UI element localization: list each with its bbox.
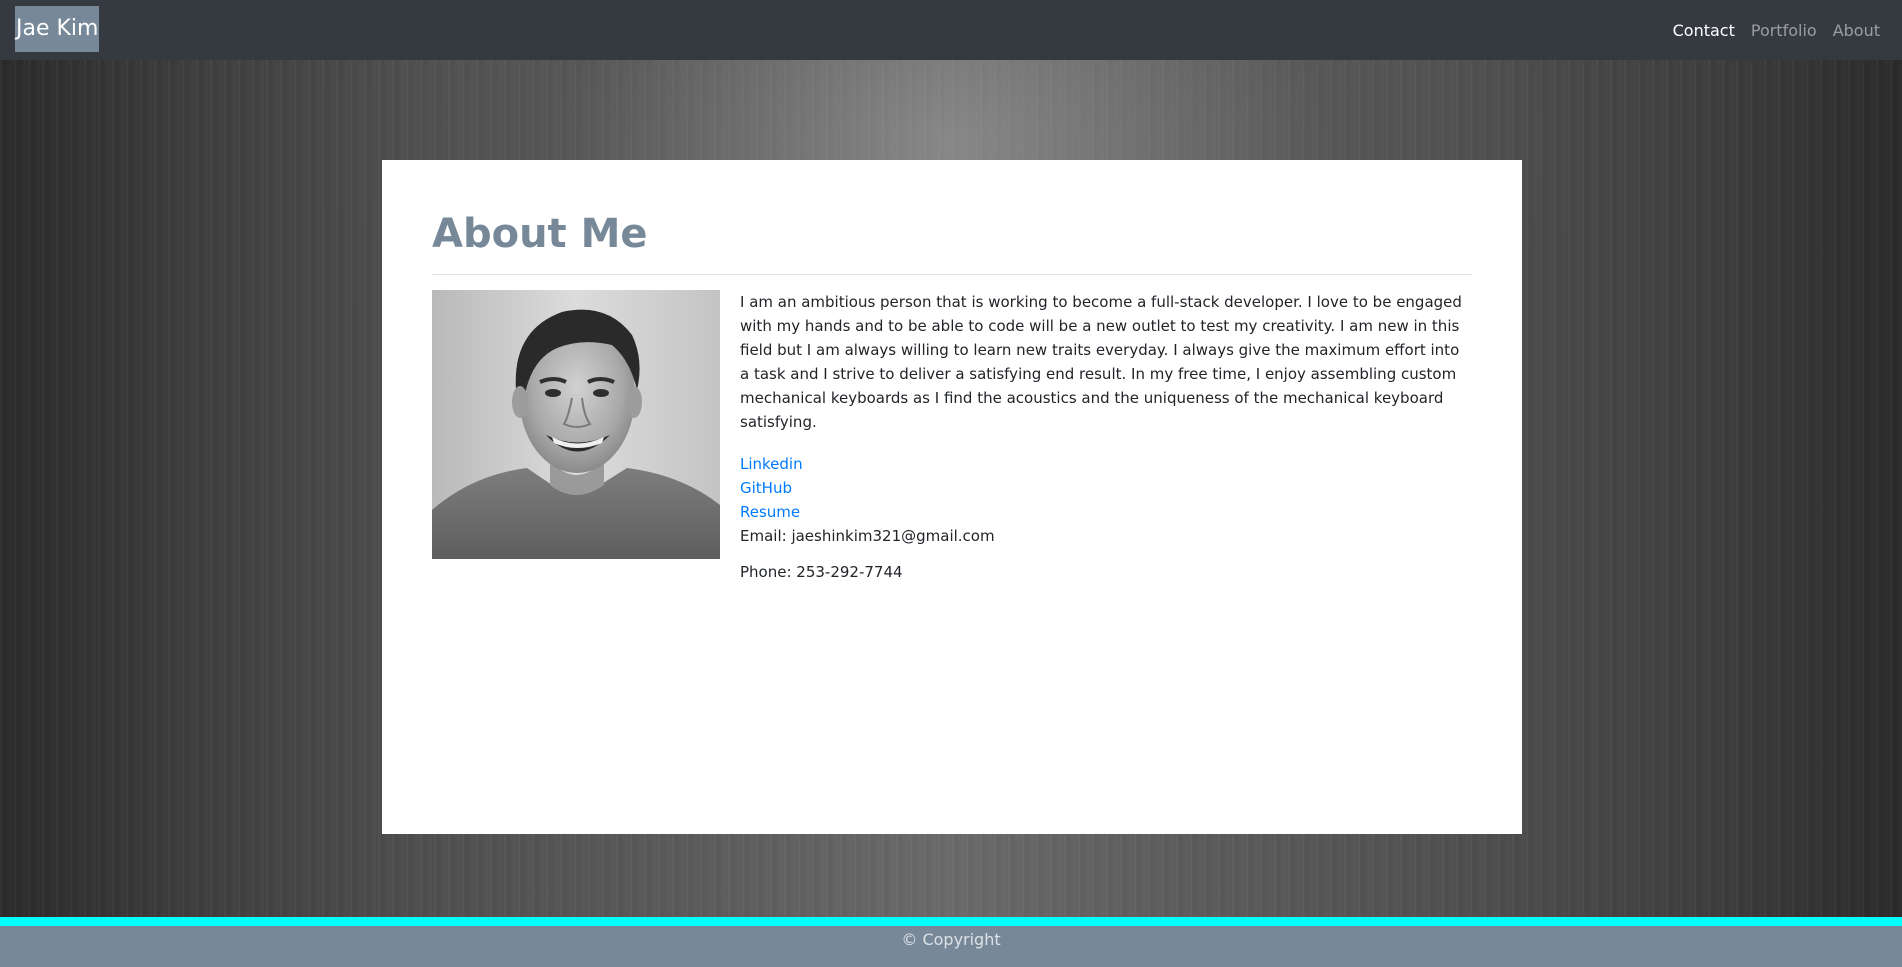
- nav-link-contact[interactable]: Contact: [1673, 21, 1735, 40]
- navbar: Jae Kim Contact Portfolio About: [0, 0, 1902, 60]
- about-card: About Me I am an ambitious person that i…: [382, 160, 1522, 834]
- nav-links: Contact Portfolio About: [1673, 0, 1880, 60]
- resume-link[interactable]: Resume: [740, 500, 995, 524]
- page-title: About Me: [432, 211, 648, 257]
- profile-photo-illustration: [432, 290, 720, 559]
- linkedin-link[interactable]: Linkedin: [740, 452, 995, 476]
- email-text: Email: jaeshinkim321@gmail.com: [740, 527, 995, 545]
- phone-text: Phone: 253-292-7744: [740, 563, 903, 581]
- title-divider: [432, 274, 1472, 275]
- nav-link-portfolio[interactable]: Portfolio: [1751, 21, 1817, 40]
- copyright-text: © Copyright: [901, 930, 1001, 949]
- profile-photo: [432, 290, 720, 559]
- footer-accent-bar: [0, 917, 1902, 926]
- contact-links: Linkedin GitHub Resume Email: jaeshinkim…: [740, 452, 995, 548]
- github-link[interactable]: GitHub: [740, 476, 995, 500]
- brand-link[interactable]: Jae Kim: [15, 6, 100, 52]
- bio-text: I am an ambitious person that is working…: [740, 293, 1462, 431]
- nav-link-about[interactable]: About: [1833, 21, 1880, 40]
- footer: © Copyright: [0, 926, 1902, 967]
